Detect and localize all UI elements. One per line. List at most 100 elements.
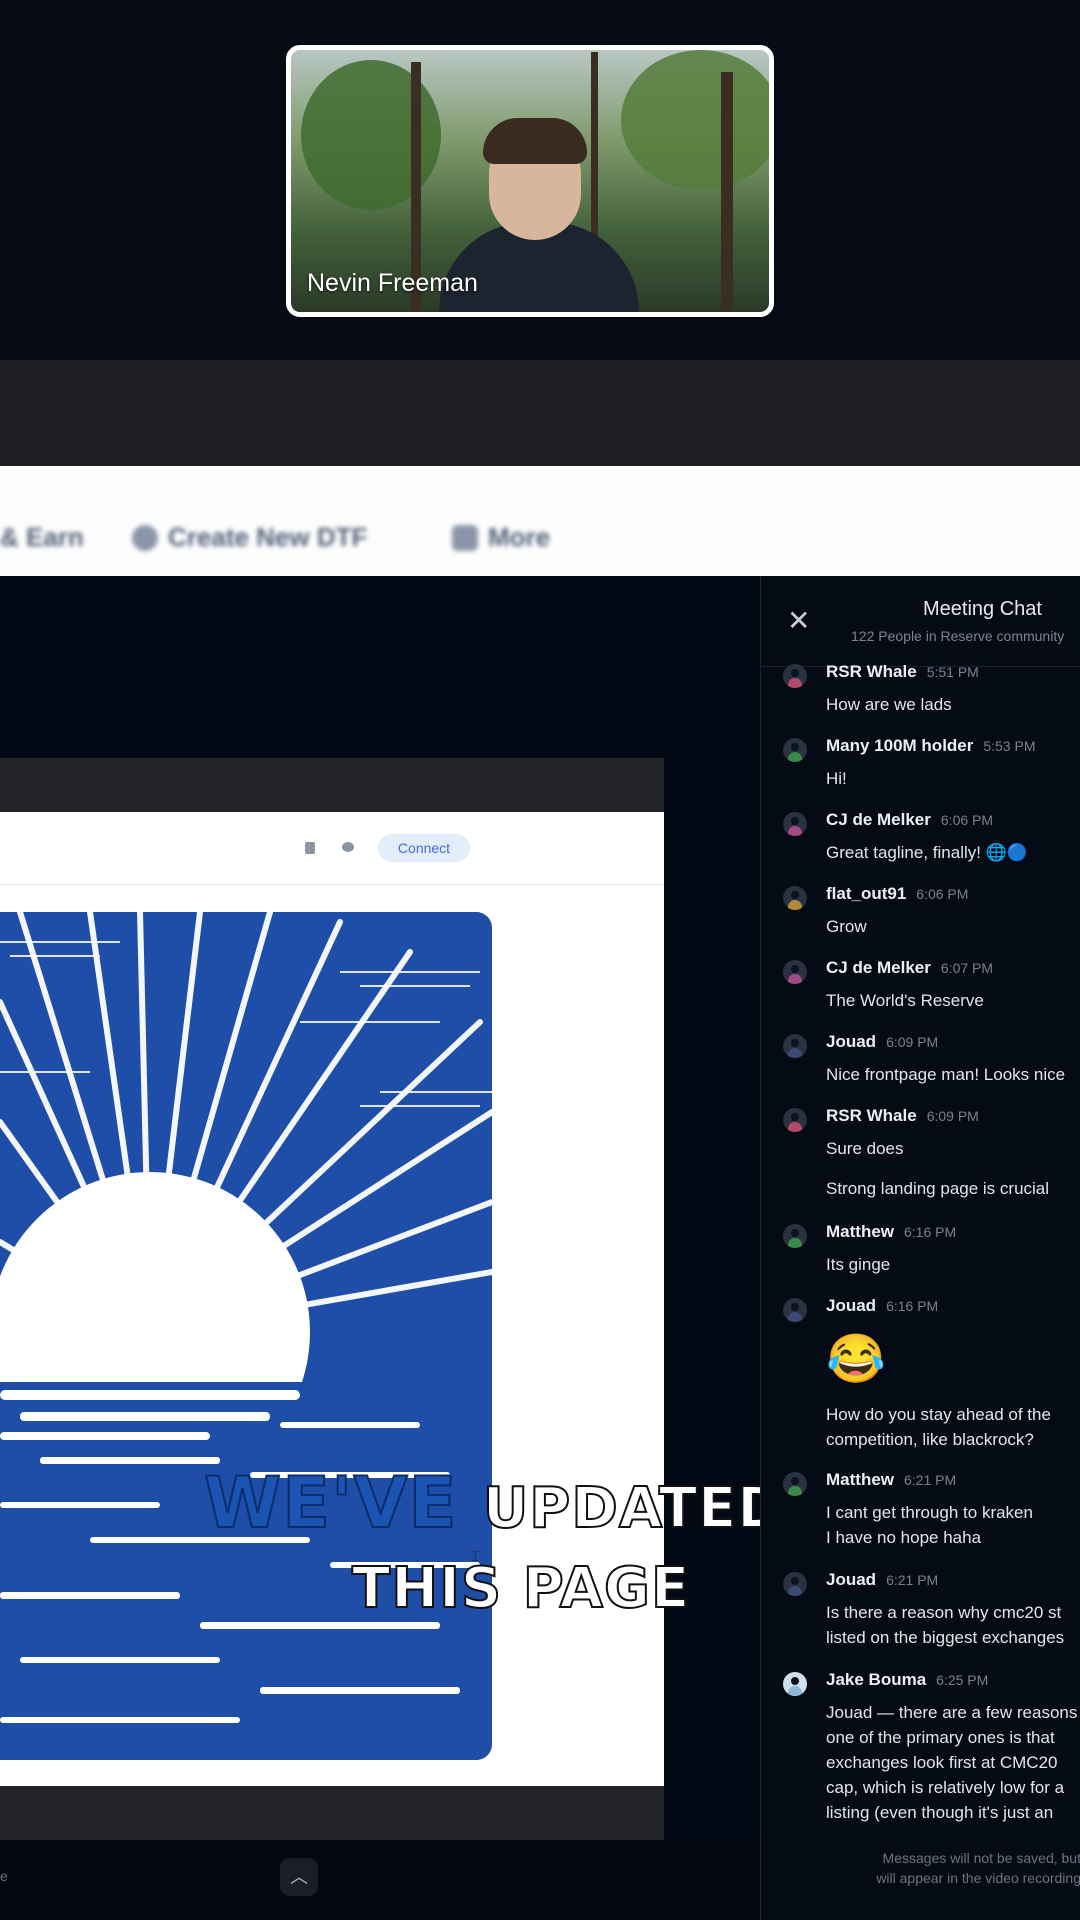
author-name: RSR Whale xyxy=(826,1106,917,1125)
meeting-chat-panel: ✕ Meeting Chat 122 People in Reserve com… xyxy=(760,576,1080,1920)
caption-line-2: THIS PAGE xyxy=(351,1555,691,1622)
create-icon xyxy=(132,524,158,551)
avatar[interactable] xyxy=(783,664,807,688)
participant-hair xyxy=(483,118,587,164)
avatar[interactable] xyxy=(783,738,807,762)
message-author: CJ de Melker 6:06 PM xyxy=(826,810,993,830)
message-time: 6:16 PM xyxy=(904,1224,957,1240)
message-author: Jouad 6:09 PM xyxy=(826,1032,938,1052)
message-text: listing (even though it's just an xyxy=(826,1803,1054,1822)
author-name: Jouad xyxy=(826,1296,877,1315)
chat-subtitle: 122 People in Reserve community xyxy=(851,628,1065,644)
author-name: RSR Whale xyxy=(826,662,917,681)
sunburst-graphic xyxy=(0,912,492,1760)
message-text: I cant get through to kraken xyxy=(826,1503,1033,1522)
participant-name-label: Nevin Freeman xyxy=(307,269,478,297)
message-text: How do you stay ahead of the xyxy=(826,1405,1051,1424)
author-name: flat_out91 xyxy=(826,884,907,903)
author-name: Jouad xyxy=(826,1032,877,1051)
author-name: Jake Bouma xyxy=(826,1670,927,1689)
message-text: Is there a reason why cmc20 st xyxy=(826,1603,1062,1622)
shared-screen-bottom-bar xyxy=(0,1840,760,1920)
caption-highlight-word: WE'VE xyxy=(203,1461,458,1545)
message-text: exchanges look first at CMC20 xyxy=(826,1753,1058,1772)
message-text: The World's Reserve xyxy=(826,991,984,1010)
message-time: 6:21 PM xyxy=(886,1572,939,1588)
message-text: one of the primary ones is that xyxy=(826,1728,1055,1747)
caption-line-1: WE'VE UPDATED xyxy=(203,1461,785,1545)
message-author: CJ de Melker 6:07 PM xyxy=(826,958,993,978)
avatar[interactable] xyxy=(783,1572,807,1596)
theme-icon[interactable] xyxy=(305,842,315,854)
message-text: Nice frontpage man! Looks nice xyxy=(826,1065,1066,1084)
chat-title: Meeting Chat xyxy=(923,598,1042,620)
avatar[interactable] xyxy=(783,1298,807,1322)
avatar[interactable] xyxy=(783,1672,807,1696)
chevron-up-icon: ︿ xyxy=(290,1867,308,1887)
message-text: listed on the biggest exchanges xyxy=(826,1628,1065,1647)
hero-sunrise-illustration xyxy=(0,912,492,1760)
author-name: Matthew xyxy=(826,1470,894,1489)
avatar[interactable] xyxy=(783,886,807,910)
message-text: Hi! xyxy=(826,769,847,788)
message-time: 6:06 PM xyxy=(940,812,994,828)
message-text: Jouad — there are a few reasons xyxy=(826,1703,1078,1722)
close-icon[interactable]: ✕ xyxy=(787,604,810,637)
message-time: 6:06 PM xyxy=(916,886,969,902)
message-author: Matthew 6:21 PM xyxy=(826,1470,956,1490)
footer-line: Messages will not be saved, but xyxy=(882,1850,1080,1866)
author-name: Many 100M holder xyxy=(826,736,974,755)
avatar[interactable] xyxy=(783,1108,807,1132)
shared-screen-top-bar xyxy=(0,360,1080,466)
caption-word: UPDATED xyxy=(482,1475,785,1542)
message-time: 6:07 PM xyxy=(940,960,994,976)
footer-line: will appear in the video recording xyxy=(876,1870,1080,1886)
chat-footer-notice: Messages will not be saved, but will app… xyxy=(761,1848,1080,1888)
message-author: Matthew 6:16 PM xyxy=(826,1222,956,1242)
message-text: How are we lads xyxy=(826,695,952,714)
message-text: cap, which is relatively low for a xyxy=(826,1778,1065,1797)
message-text: Grow xyxy=(826,917,867,936)
message-author: RSR Whale 5:51 PM xyxy=(826,662,979,682)
message-author: Jouad 6:16 PM xyxy=(826,1296,938,1316)
avatar[interactable] xyxy=(783,1472,807,1496)
message-text: Great tagline, finally! 🌐🔵 xyxy=(826,843,1029,862)
avatar[interactable] xyxy=(783,812,807,836)
message-author: Jake Bouma 6:25 PM xyxy=(826,1670,988,1690)
message-time: 6:16 PM xyxy=(886,1298,939,1314)
message-text: Sure does xyxy=(826,1139,904,1158)
shared-browser-toolbar xyxy=(0,466,1080,576)
browser-tab-label: Create New DTF xyxy=(168,522,368,552)
author-name: CJ de Melker xyxy=(826,810,931,829)
avatar[interactable] xyxy=(783,1224,807,1248)
message-text: Its ginge xyxy=(826,1255,891,1274)
author-name: Jouad xyxy=(826,1570,877,1589)
browser-tab-label: More xyxy=(488,522,551,552)
scroll-up-button[interactable]: ︿ xyxy=(280,1858,318,1896)
message-author: flat_out91 6:06 PM xyxy=(826,884,968,904)
message-text: Strong landing page is crucial xyxy=(826,1179,1050,1198)
website-header-divider xyxy=(0,884,664,885)
bottom-left-label: e xyxy=(0,1868,8,1884)
avatar[interactable] xyxy=(783,1034,807,1058)
avatar[interactable] xyxy=(783,960,807,984)
message-time: 6:21 PM xyxy=(904,1472,957,1488)
browser-tab-label: & Earn xyxy=(0,522,84,552)
author-name: CJ de Melker xyxy=(826,958,931,977)
author-name: Matthew xyxy=(826,1222,894,1241)
message-author: RSR Whale 6:09 PM xyxy=(826,1106,979,1126)
message-author: Many 100M holder 5:53 PM xyxy=(826,736,1036,756)
browser-tab-more[interactable]: More xyxy=(452,522,550,552)
message-time: 6:09 PM xyxy=(926,1108,979,1124)
message-time: 6:09 PM xyxy=(886,1034,939,1050)
message-time: 6:25 PM xyxy=(936,1672,989,1688)
message-time: 5:51 PM xyxy=(926,664,979,680)
settings-icon[interactable] xyxy=(342,842,354,852)
connect-button[interactable]: Connect xyxy=(378,834,470,862)
message-text: I have no hope haha xyxy=(826,1528,982,1547)
browser-tab-earn[interactable]: & Earn xyxy=(0,522,84,552)
browser-tab-create[interactable]: Create New DTF xyxy=(132,522,367,552)
message-author: Jouad 6:21 PM xyxy=(826,1570,938,1590)
grid-icon xyxy=(452,524,478,551)
participant-video-tile[interactable]: Nevin Freeman xyxy=(286,45,774,317)
